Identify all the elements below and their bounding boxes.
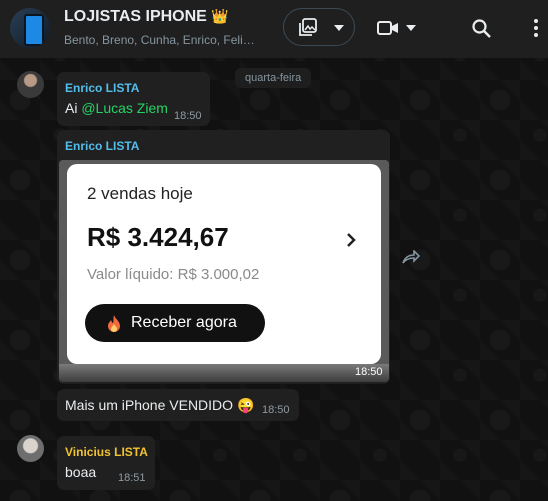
- message-bubble[interactable]: Enrico LISTA Ai @Lucas Ziem 18:50: [57, 72, 210, 126]
- search-icon[interactable]: [470, 17, 492, 39]
- group-title: LOJISTAS IPHONE 👑: [64, 8, 229, 25]
- sender-name[interactable]: Vinicius LISTA: [65, 445, 148, 459]
- net-value: Valor líquido: R$ 3.000,02: [87, 266, 260, 283]
- message-time: 18:50: [174, 110, 202, 122]
- sender-name[interactable]: Enrico LISTA: [65, 81, 139, 95]
- gallery-pill[interactable]: [283, 8, 355, 46]
- sales-card: 2 vendas hoje R$ 3.424,67 Valor líquido:…: [67, 164, 381, 364]
- mention-link[interactable]: @Lucas Ziem: [81, 100, 168, 116]
- forward-icon[interactable]: [400, 248, 422, 266]
- chevron-down-icon[interactable]: [332, 21, 346, 35]
- message-time: 18:51: [118, 472, 146, 484]
- fire-icon: [107, 314, 121, 332]
- video-call-icon[interactable]: [376, 18, 400, 38]
- sales-count: 2 vendas hoje: [87, 184, 193, 203]
- avatar[interactable]: [17, 435, 44, 462]
- receive-now-button: Receber agora: [85, 304, 265, 342]
- image-shadow: [59, 364, 389, 382]
- message-text: boaa: [65, 464, 97, 480]
- chat-title-area[interactable]: LOJISTAS IPHONE 👑 Bento, Breno, Cunha, E…: [64, 8, 274, 47]
- sales-image[interactable]: 2 vendas hoje R$ 3.424,67 Valor líquido:…: [59, 160, 389, 382]
- message-text: Mais um iPhone VENDIDO 😜: [65, 397, 255, 413]
- crown-emoji: 👑: [211, 8, 229, 24]
- chevron-right-icon: [343, 230, 359, 250]
- video-chevron-icon[interactable]: [405, 22, 417, 34]
- message-text: Ai @Lucas Ziem: [65, 100, 168, 116]
- sender-name[interactable]: Enrico LISTA: [65, 139, 139, 153]
- message-time: 18:50: [262, 404, 290, 416]
- avatar[interactable]: [17, 71, 44, 98]
- wink-emoji: 😜: [236, 397, 255, 413]
- gallery-icon[interactable]: [298, 17, 318, 37]
- date-chip: quarta-feira: [235, 68, 312, 88]
- participants-list: Bento, Breno, Cunha, Enrico, Feli…: [64, 33, 255, 47]
- message-time: 18:50: [355, 366, 383, 378]
- menu-icon[interactable]: [530, 16, 542, 40]
- group-avatar[interactable]: [10, 8, 50, 48]
- chat-header[interactable]: LOJISTAS IPHONE 👑 Bento, Breno, Cunha, E…: [0, 0, 548, 58]
- message-bubble[interactable]: Vinicius LISTA boaa 18:51: [57, 436, 155, 490]
- sales-amount: R$ 3.424,67: [87, 222, 229, 252]
- message-bubble[interactable]: Mais um iPhone VENDIDO 😜 18:50: [57, 389, 299, 421]
